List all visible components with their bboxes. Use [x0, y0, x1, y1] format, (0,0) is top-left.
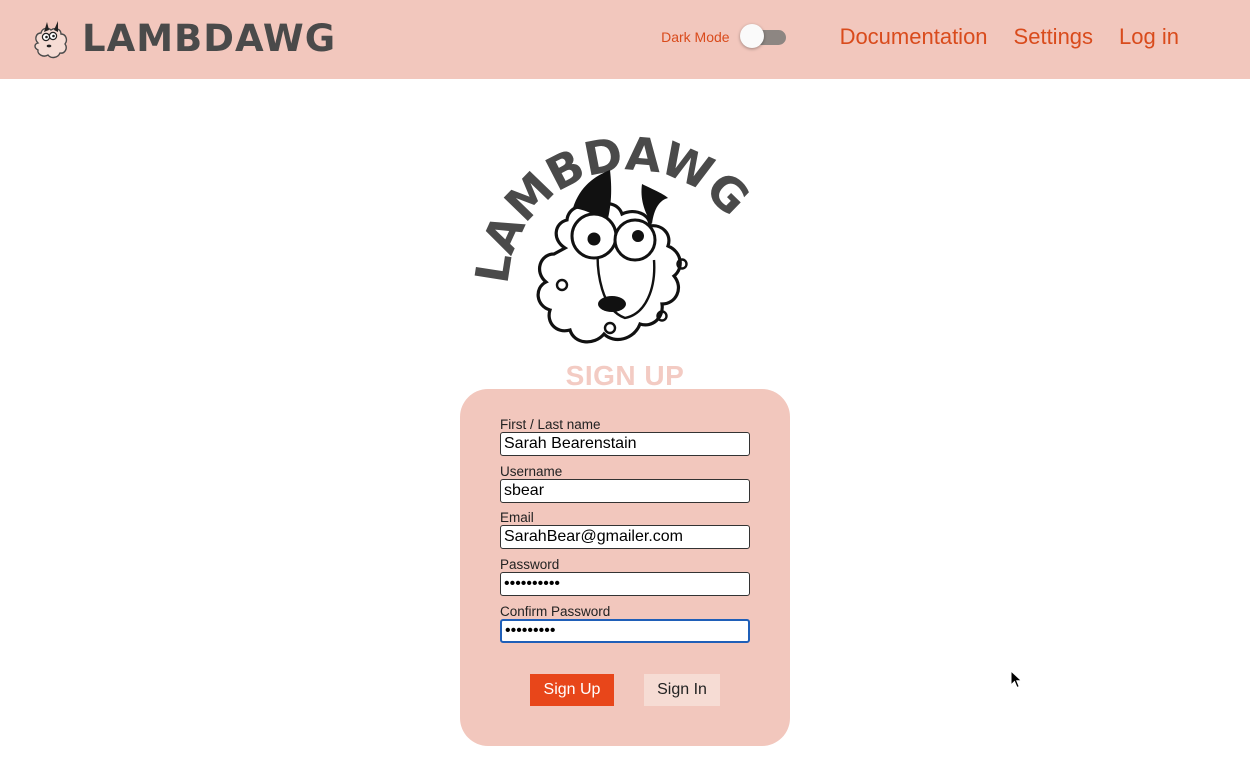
mouse-pointer-icon: [1010, 670, 1023, 689]
confirm-password-label: Confirm Password: [500, 604, 611, 619]
name-input[interactable]: [500, 432, 750, 456]
nav-link-log-in[interactable]: Log in: [1119, 24, 1179, 50]
signup-title: SIGN UP: [565, 360, 685, 391]
toggle-knob[interactable]: [739, 24, 764, 48]
password-input[interactable]: [500, 572, 750, 596]
lambdawg-logo-icon: LAMBDAWG: [470, 128, 760, 344]
brand-name: LAMBDAWG: [82, 17, 337, 60]
email-label: Email: [500, 510, 534, 525]
signup-form: First / Last name Username Email Passwor…: [460, 389, 790, 746]
email-input[interactable]: [500, 525, 750, 549]
confirm-password-field-group: Confirm Password: [500, 604, 750, 643]
sign-up-button[interactable]: Sign Up: [530, 674, 614, 706]
dark-mode-label: Dark Mode: [661, 29, 730, 45]
nav-menu: Dark Mode Documentation Settings Log in: [661, 24, 1179, 50]
brand[interactable]: LAMBDAWG: [30, 17, 336, 61]
top-nav-bar: LAMBDAWG Dark Mode Documentation Setting…: [0, 0, 1250, 79]
hero-logo: LAMBDAWG: [470, 128, 780, 358]
sign-in-button[interactable]: Sign In: [644, 674, 720, 706]
email-field-group: Email: [500, 510, 750, 549]
nav-link-settings[interactable]: Settings: [1014, 24, 1094, 50]
dark-mode-toggle[interactable]: [739, 24, 786, 48]
name-label: First / Last name: [500, 417, 601, 432]
confirm-password-input[interactable]: [500, 619, 750, 643]
username-input[interactable]: [500, 479, 750, 503]
username-label: Username: [500, 464, 563, 479]
password-field-group: Password: [500, 557, 750, 596]
password-label: Password: [500, 557, 560, 572]
name-field-group: First / Last name: [500, 417, 750, 456]
nav-link-documentation[interactable]: Documentation: [840, 24, 988, 50]
username-field-group: Username: [500, 464, 750, 503]
dog-logo-icon: [34, 21, 68, 59]
